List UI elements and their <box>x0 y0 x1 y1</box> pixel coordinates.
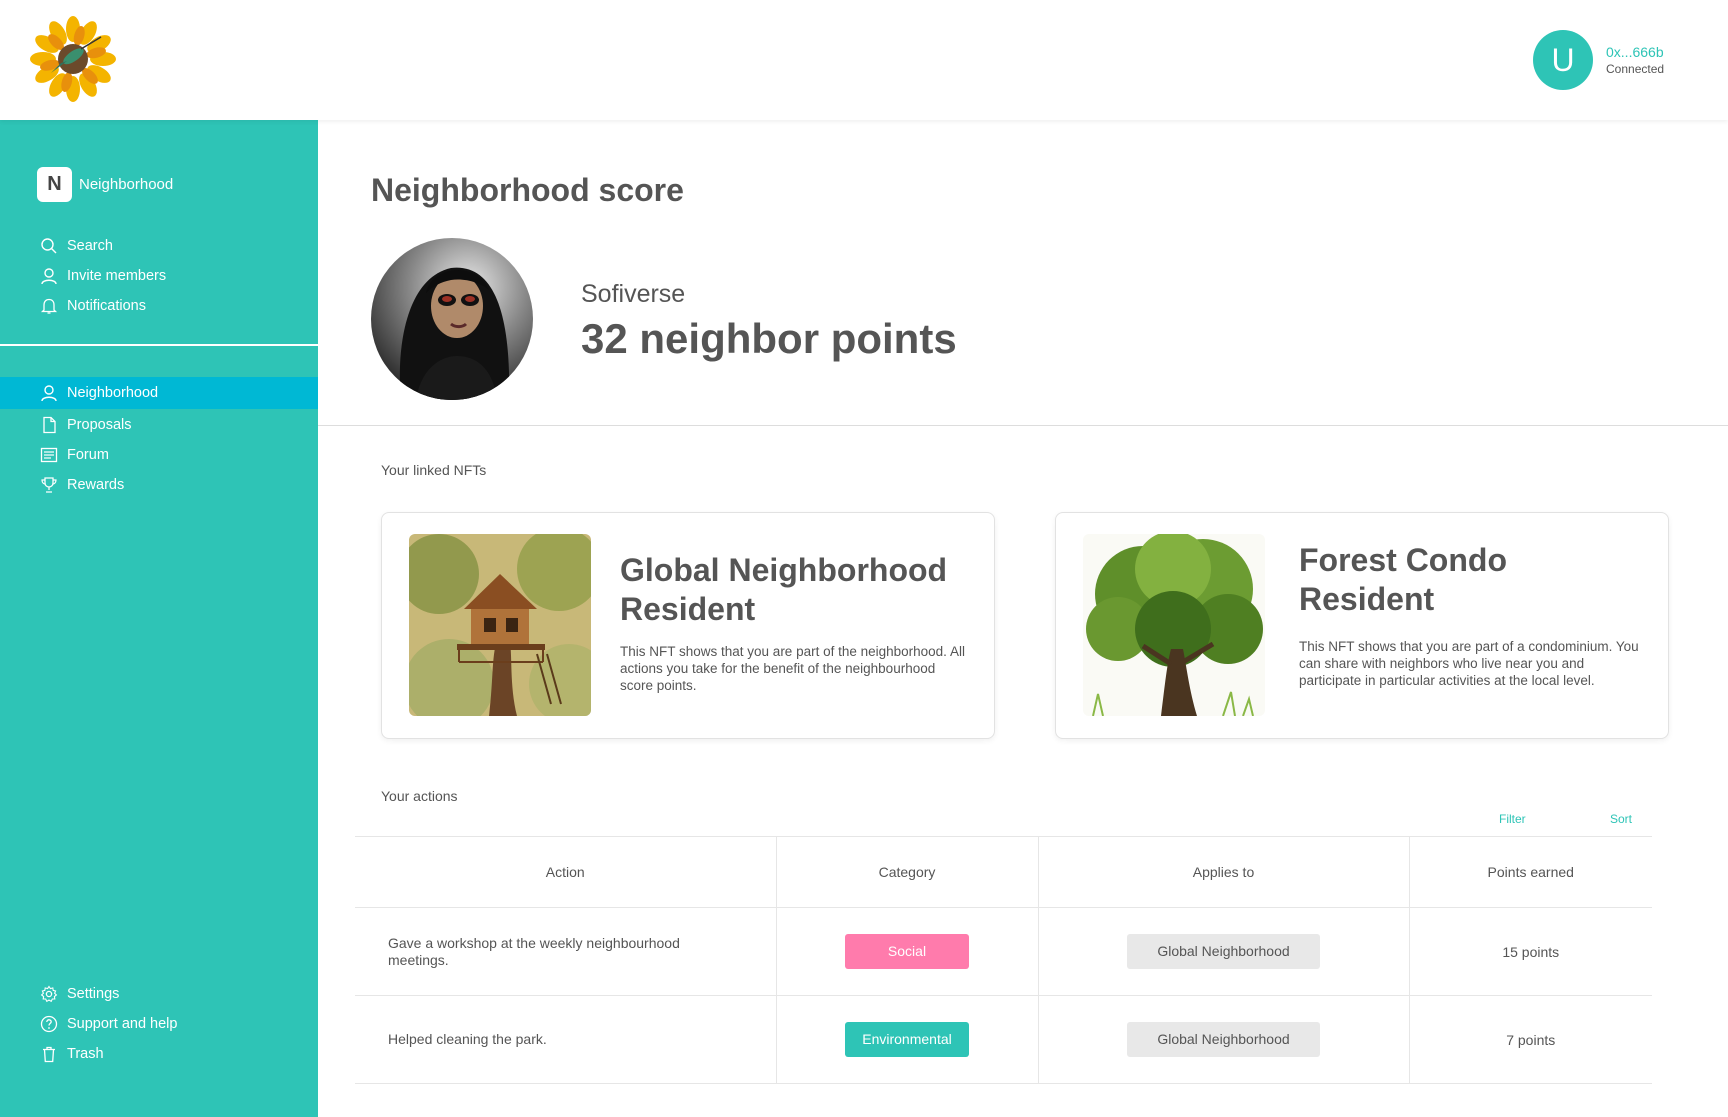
actions-label: Your actions <box>381 788 458 804</box>
user-icon <box>41 385 57 402</box>
nft-description: This NFT shows that you are part of the … <box>620 644 965 693</box>
nft-title: Global Neighborhood Resident <box>620 552 948 627</box>
workspace-name: Neighborhood <box>79 176 174 193</box>
trash-icon <box>43 1046 55 1063</box>
column-header-category[interactable]: Category <box>775 836 1038 908</box>
trophy-icon <box>41 477 57 493</box>
forum-icon <box>40 447 58 463</box>
user-icon <box>41 268 57 285</box>
gear-icon <box>40 985 58 1003</box>
sidebar: N Neighborhood Search Invite members Not… <box>0 120 318 1117</box>
action-description: Gave a workshop at the weekly neighbourh… <box>355 907 776 996</box>
sunflower-hummingbird-logo[interactable] <box>30 16 116 102</box>
sidebar-item-label: Search <box>67 238 113 254</box>
sidebar-item-label: Proposals <box>67 417 132 433</box>
column-header-points-earned[interactable]: Points earned <box>1408 836 1652 908</box>
sidebar-divider <box>0 344 318 346</box>
sidebar-item-search[interactable]: Search <box>0 231 318 261</box>
tree-image <box>1083 534 1265 716</box>
connection-status: Connected <box>1606 62 1665 76</box>
table-row[interactable]: Gave a workshop at the weekly neighbourh… <box>355 907 1652 996</box>
sidebar-item-label: Neighborhood <box>67 385 159 401</box>
top-bar: U 0x...666b Connected <box>0 0 1728 120</box>
applies-to-badge: Global Neighborhood <box>1127 934 1320 969</box>
nft-title: Forest Condo Resident <box>1299 542 1507 617</box>
user-account[interactable]: U 0x...666b Connected <box>1533 30 1664 90</box>
sidebar-item-label: Forum <box>67 447 109 463</box>
profile-avatar <box>371 238 533 400</box>
sidebar-item-neighborhood[interactable]: Neighborhood <box>0 377 318 409</box>
sidebar-item-forum[interactable]: Forum <box>0 440 318 470</box>
sidebar-item-proposals[interactable]: Proposals <box>0 410 318 440</box>
filter-button[interactable]: Filter <box>1499 812 1526 826</box>
document-icon <box>43 416 56 434</box>
workspace-badge: N <box>37 167 72 202</box>
sidebar-item-label: Support and help <box>67 1016 178 1032</box>
workspace-switcher[interactable]: N Neighborhood <box>37 167 173 202</box>
wallet-address: 0x...666b <box>1606 44 1664 60</box>
profile-name: Sofiverse <box>581 280 686 308</box>
sidebar-item-rewards[interactable]: Rewards <box>0 470 318 500</box>
treehouse-image <box>409 534 591 716</box>
applies-to-badge: Global Neighborhood <box>1127 1022 1320 1057</box>
column-header-action[interactable]: Action <box>355 836 776 908</box>
sidebar-item-support-and-help[interactable]: Support and help <box>0 1009 318 1039</box>
sidebar-item-label: Settings <box>67 986 120 1002</box>
help-icon <box>40 1015 58 1033</box>
nft-card-global-neighborhood[interactable]: Global Neighborhood Resident This NFT sh… <box>381 512 995 739</box>
page-title: Neighborhood score <box>371 172 684 208</box>
sidebar-item-label: Invite members <box>67 268 167 284</box>
points-earned: 7 points <box>1408 995 1652 1084</box>
sidebar-item-trash[interactable]: Trash <box>0 1039 318 1069</box>
points-earned: 15 points <box>1408 907 1652 996</box>
sidebar-item-label: Notifications <box>67 298 146 314</box>
actions-table: Action Category Applies to Points earned… <box>355 836 1652 1084</box>
category-badge: Social <box>845 934 969 969</box>
section-divider <box>318 425 1728 426</box>
nft-card-forest-condo[interactable]: Forest Condo Resident This NFT shows tha… <box>1055 512 1669 739</box>
sidebar-item-label: Trash <box>67 1046 104 1062</box>
sidebar-item-label: Rewards <box>67 477 125 493</box>
sort-button[interactable]: Sort <box>1610 812 1632 826</box>
search-icon <box>41 238 57 254</box>
user-avatar[interactable]: U <box>1533 30 1593 90</box>
sidebar-item-invite-members[interactable]: Invite members <box>0 261 318 291</box>
table-row[interactable]: Helped cleaning the park. Environmental … <box>355 995 1652 1084</box>
category-badge: Environmental <box>845 1022 969 1057</box>
profile-points: 32 neighbor points <box>581 315 957 362</box>
action-description: Helped cleaning the park. <box>355 995 776 1084</box>
linked-nfts-label: Your linked NFTs <box>381 462 487 478</box>
bell-icon <box>40 298 58 314</box>
sidebar-item-settings[interactable]: Settings <box>0 979 318 1009</box>
sidebar-item-notifications[interactable]: Notifications <box>0 291 318 321</box>
table-header-row: Action Category Applies to Points earned <box>355 836 1652 908</box>
main-content: Neighborhood score Sofiverse 32 neighbor… <box>318 120 1728 1117</box>
column-header-applies-to[interactable]: Applies to <box>1037 836 1409 908</box>
nft-description: This NFT shows that you are part of a co… <box>1299 639 1639 688</box>
